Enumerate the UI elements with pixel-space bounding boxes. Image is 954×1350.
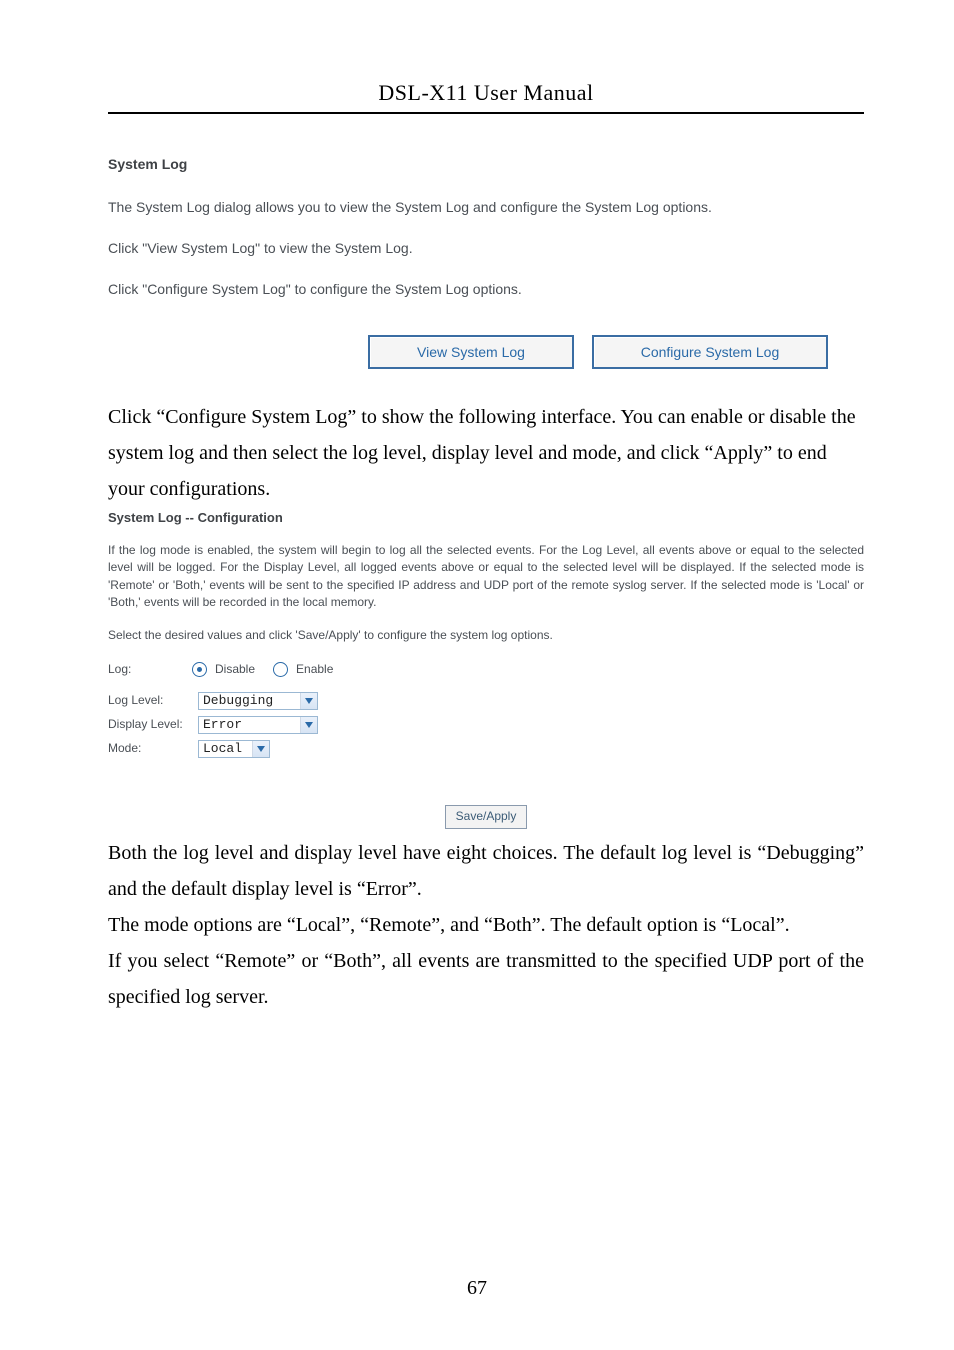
save-apply-button[interactable]: Save/Apply — [445, 805, 528, 829]
display-level-value: Error — [203, 716, 242, 735]
log-disable-label: Disable — [215, 661, 255, 678]
log-enable-label: Enable — [296, 661, 333, 678]
chevron-down-icon — [300, 717, 317, 733]
syslog-info-panel: System Log The System Log dialog allows … — [108, 154, 864, 369]
syslog-title: System Log — [108, 154, 864, 175]
mode-label: Mode: — [108, 740, 198, 757]
manual-paragraph-after-1: Both the log level and display level hav… — [108, 835, 864, 907]
config-desc: If the log mode is enabled, the system w… — [108, 542, 864, 612]
syslog-desc-3: Click "Configure System Log" to configur… — [108, 279, 864, 300]
chevron-down-icon — [252, 741, 269, 757]
chevron-down-icon — [300, 693, 317, 709]
log-level-label: Log Level: — [108, 692, 198, 709]
log-radio-row: Log: Disable Enable — [108, 661, 864, 678]
syslog-desc-2: Click "View System Log" to view the Syst… — [108, 238, 864, 259]
title-underline — [108, 112, 864, 114]
syslog-desc-1: The System Log dialog allows you to view… — [108, 197, 864, 218]
log-label: Log: — [108, 661, 186, 678]
syslog-config-panel: System Log -- Configuration If the log m… — [108, 509, 864, 829]
log-level-select[interactable]: Debugging — [198, 692, 318, 710]
manual-paragraph-after-2: The mode options are “Local”, “Remote”, … — [108, 907, 864, 943]
log-level-value: Debugging — [203, 692, 273, 711]
log-disable-radio[interactable] — [192, 662, 207, 677]
manual-paragraph-1: Click “Configure System Log” to show the… — [108, 399, 864, 507]
display-level-select[interactable]: Error — [198, 716, 318, 734]
mode-value: Local — [203, 740, 242, 759]
config-title: System Log -- Configuration — [108, 509, 864, 528]
page-number: 67 — [0, 1277, 954, 1300]
configure-system-log-button[interactable]: Configure System Log — [592, 335, 828, 369]
mode-select[interactable]: Local — [198, 740, 270, 758]
page-title: DSL-X11 User Manual — [108, 80, 864, 106]
view-system-log-button[interactable]: View System Log — [368, 335, 574, 369]
log-enable-radio[interactable] — [273, 662, 288, 677]
config-instr: Select the desired values and click 'Sav… — [108, 627, 864, 644]
manual-paragraph-after-3: If you select “Remote” or “Both”, all ev… — [108, 943, 864, 1015]
display-level-label: Display Level: — [108, 716, 198, 733]
syslog-button-row: View System Log Configure System Log — [368, 335, 864, 369]
